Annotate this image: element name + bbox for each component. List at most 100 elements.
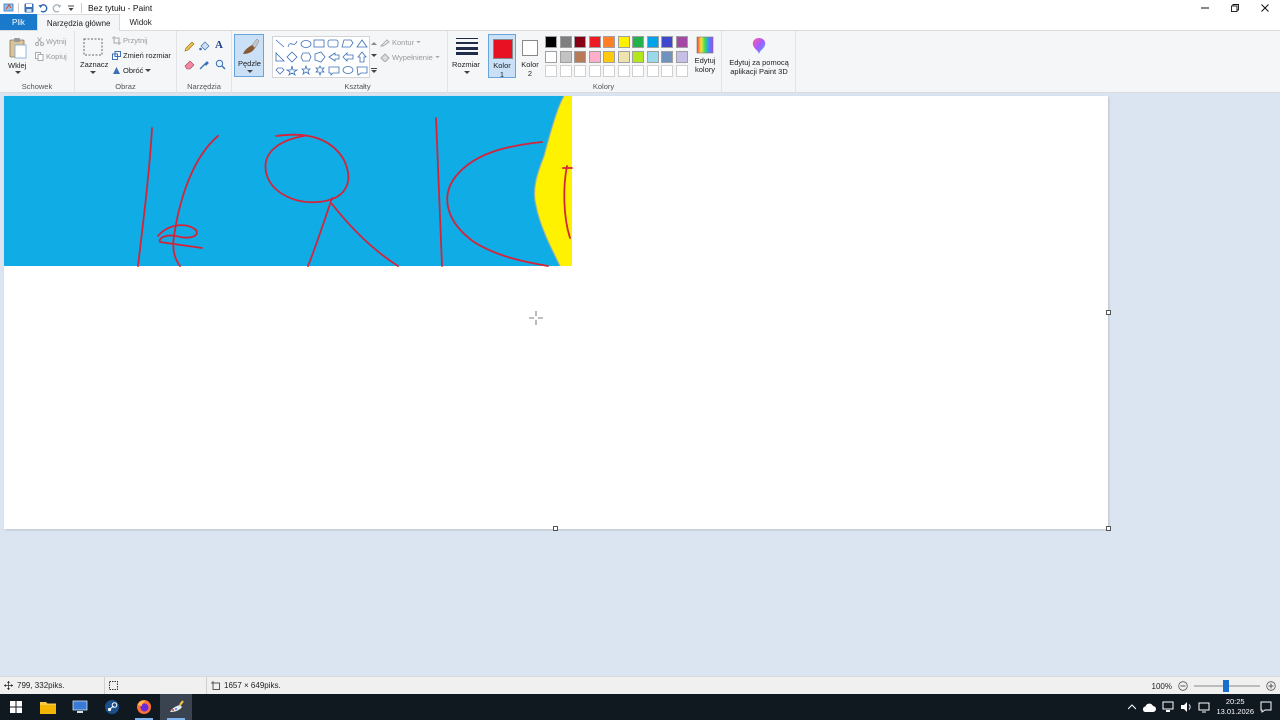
color2-label: Kolor 2 <box>516 60 544 78</box>
palette-swatch[interactable] <box>617 50 630 63</box>
magnifier-icon[interactable] <box>215 59 226 70</box>
palette-swatch[interactable] <box>574 36 586 48</box>
customize-qa-icon[interactable] <box>65 2 77 14</box>
display-icon[interactable] <box>1198 701 1210 713</box>
paint3d-label: Edytuj za pomocą aplikacji Paint 3D <box>724 58 794 76</box>
chevron-up-icon[interactable] <box>371 41 377 45</box>
fill-bucket-icon[interactable] <box>199 41 210 52</box>
palette-swatch-empty[interactable] <box>617 65 630 77</box>
paint-app-icon[interactable] <box>2 2 14 14</box>
edit-colors-button[interactable]: Edytuj kolory <box>690 34 720 78</box>
pencil-icon[interactable] <box>184 41 195 52</box>
palette-swatch[interactable] <box>617 36 630 48</box>
zoom-slider[interactable] <box>1194 680 1260 692</box>
palette-swatch[interactable] <box>632 36 644 48</box>
palette-swatch-empty[interactable] <box>675 65 688 77</box>
steam-icon <box>105 700 119 714</box>
paint3d-button[interactable]: Edytuj za pomocą aplikacji Paint 3D <box>724 34 794 78</box>
palette-swatch-empty[interactable] <box>545 65 557 77</box>
rotate-button[interactable]: Obróć <box>112 66 152 75</box>
notifications-icon[interactable] <box>1260 701 1272 713</box>
copy-button[interactable]: Kopiuj <box>35 52 67 61</box>
text-tool-icon[interactable]: A <box>215 39 227 52</box>
cloud-icon[interactable] <box>1142 701 1157 713</box>
canvas-workspace[interactable] <box>0 93 1280 676</box>
palette-swatch[interactable] <box>675 36 688 48</box>
cut-button[interactable]: Wytnij <box>35 37 66 46</box>
save-icon[interactable] <box>23 2 35 14</box>
zoom-in-icon[interactable] <box>1266 681 1276 691</box>
tab-view[interactable]: Widok <box>120 14 160 30</box>
chevron-up-icon[interactable] <box>1128 704 1137 710</box>
brushes-button[interactable]: Pędzle <box>234 34 264 77</box>
group-size: Rozmiar <box>448 31 486 93</box>
eraser-icon[interactable] <box>184 59 195 70</box>
ribbon: Wklej Wytnij Kopiuj Schowek Zaznacz Przy… <box>0 31 1280 93</box>
start-button[interactable] <box>0 694 32 720</box>
palette-swatch[interactable] <box>632 50 644 63</box>
taskbar-app[interactable] <box>64 694 96 720</box>
palette-swatch[interactable] <box>675 50 688 63</box>
volume-icon[interactable] <box>1180 701 1192 713</box>
resize-handle-bottom[interactable] <box>553 526 558 531</box>
resize-button[interactable]: Zmień rozmiar <box>112 51 171 60</box>
maximize-icon[interactable] <box>1220 0 1250 15</box>
select-button[interactable]: Zaznacz <box>79 35 108 79</box>
palette-swatch[interactable] <box>574 50 586 63</box>
fill-button[interactable]: Wypełnienie <box>380 53 440 62</box>
undo-icon[interactable] <box>37 2 49 14</box>
palette-swatch[interactable] <box>603 36 615 48</box>
outline-button[interactable]: Kontur <box>380 38 421 47</box>
expand-icon[interactable] <box>371 68 377 74</box>
redo-icon[interactable] <box>51 2 63 14</box>
palette-swatch-empty[interactable] <box>588 65 601 77</box>
shapes-scroll[interactable] <box>370 36 378 78</box>
color2-button[interactable]: Kolor 2 <box>516 34 544 78</box>
palette-swatch-empty[interactable] <box>603 65 615 77</box>
shapes-gallery[interactable] <box>272 36 370 78</box>
palette-swatch-empty[interactable] <box>574 65 586 77</box>
palette-swatch[interactable] <box>661 36 673 48</box>
fill-icon <box>380 53 390 62</box>
clock[interactable]: 20:25 13.01.2026 <box>1216 697 1254 717</box>
color-picker-icon[interactable] <box>199 59 210 70</box>
palette-swatch[interactable] <box>646 50 659 63</box>
tab-home[interactable]: Narzędzia główne <box>36 14 121 31</box>
palette-swatch[interactable] <box>661 50 673 63</box>
color1-label-line2: 1 <box>499 70 505 79</box>
minimize-icon[interactable] <box>1190 0 1220 15</box>
taskbar-steam[interactable] <box>96 694 128 720</box>
resize-handle-right[interactable] <box>1106 310 1111 315</box>
palette-swatch[interactable] <box>603 50 615 63</box>
zoom-out-icon[interactable] <box>1178 681 1188 691</box>
close-icon[interactable] <box>1250 0 1280 15</box>
paste-button[interactable]: Wklej <box>6 35 30 75</box>
palette-swatch[interactable] <box>545 50 557 63</box>
chevron-down-icon[interactable] <box>371 54 377 58</box>
palette-swatch-empty[interactable] <box>661 65 673 77</box>
taskbar-file-explorer[interactable] <box>32 694 64 720</box>
resize-handle-corner[interactable] <box>1106 526 1111 531</box>
zoom-slider-thumb[interactable] <box>1223 680 1229 692</box>
group-label: Kształty <box>344 82 371 91</box>
palette-swatch[interactable] <box>559 50 572 63</box>
taskbar-firefox[interactable] <box>128 694 160 720</box>
size-button[interactable]: Rozmiar <box>451 34 483 78</box>
canvas[interactable] <box>4 95 1111 531</box>
palette-swatch-empty[interactable] <box>632 65 644 77</box>
palette-swatch-empty[interactable] <box>646 65 659 77</box>
cursor-position-icon <box>4 681 13 690</box>
network-icon[interactable] <box>1162 701 1174 713</box>
palette-swatch-empty[interactable] <box>559 65 572 77</box>
color1-label: Kolor 1 <box>489 61 515 79</box>
window-controls <box>1190 0 1280 15</box>
palette-swatch[interactable] <box>646 36 659 48</box>
crop-button[interactable]: Przytnij <box>112 36 148 45</box>
tab-file[interactable]: Plik <box>0 14 37 30</box>
color1-button[interactable]: Kolor 1 <box>488 34 516 79</box>
palette-swatch[interactable] <box>559 36 572 48</box>
palette-swatch[interactable] <box>588 36 601 48</box>
palette-swatch[interactable] <box>588 50 601 63</box>
taskbar-paint[interactable] <box>160 694 192 720</box>
palette-swatch[interactable] <box>545 36 557 48</box>
